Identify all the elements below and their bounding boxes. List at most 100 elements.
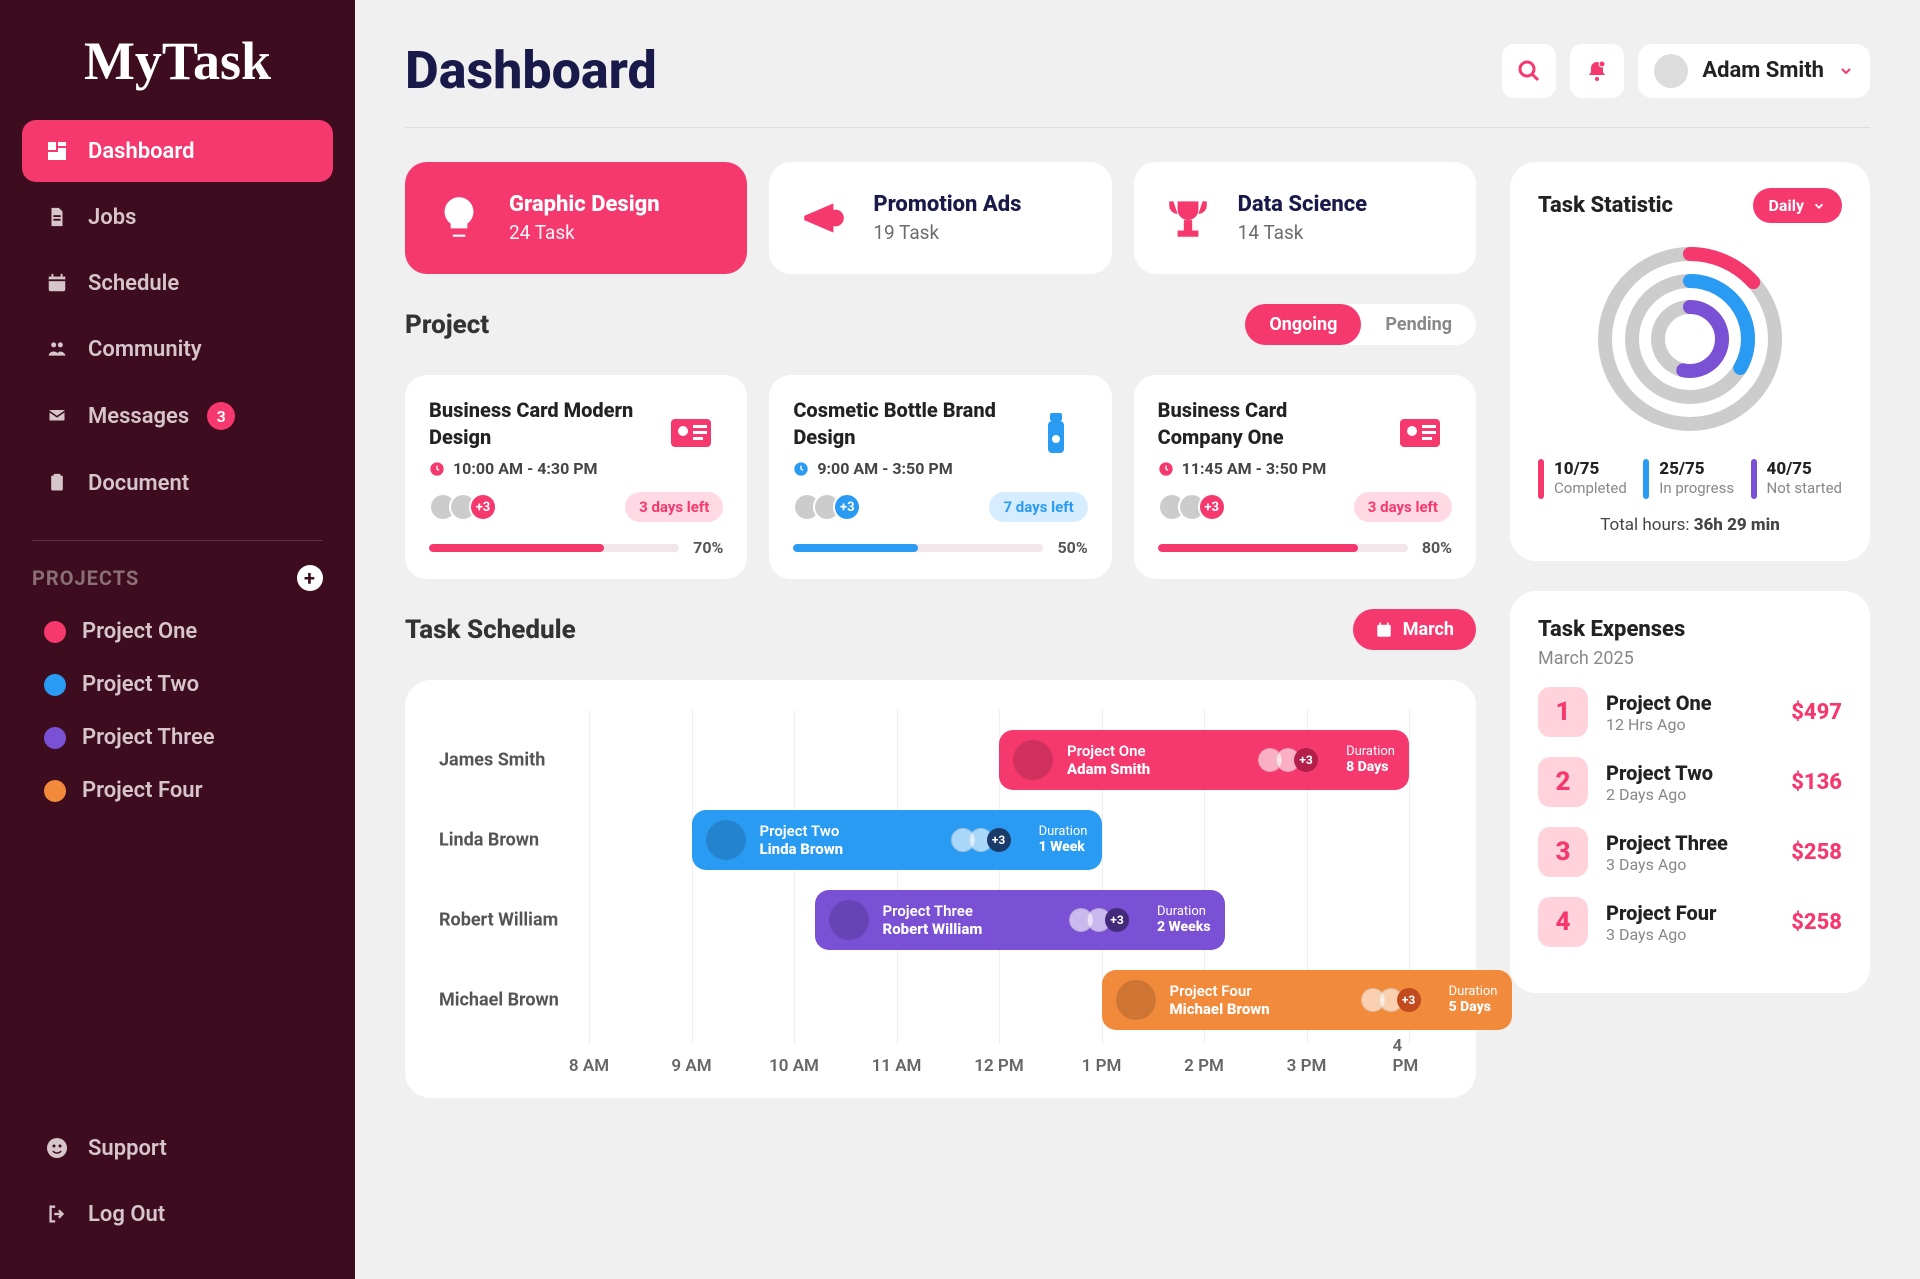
days-left-chip: 7 days left	[989, 492, 1087, 522]
duration-value: 8 Days	[1346, 759, 1395, 776]
stat-card-icon	[793, 188, 853, 248]
schedule-bar-avatar	[1013, 740, 1053, 780]
stat-card[interactable]: Promotion Ads19 Task	[769, 162, 1111, 274]
project-color-dot	[44, 727, 66, 749]
project-card-avatars: +3	[429, 493, 497, 521]
expense-item[interactable]: 2 Project Two2 Days Ago $136	[1538, 757, 1842, 807]
sidebar-item-label: Schedule	[88, 271, 179, 296]
total-hours: Total hours: 36h 29 min	[1538, 515, 1842, 535]
schedule-row-label: James Smith	[439, 750, 545, 771]
task-statistic-panel: Task Statistic Daily 10/75Completed25/75…	[1510, 162, 1870, 561]
schedule-bar-project: Project Four	[1170, 982, 1270, 1000]
sidebar-project-item[interactable]: Project Four	[22, 764, 333, 817]
task-expenses-title: Task Expenses	[1538, 617, 1842, 642]
expense-item[interactable]: 3 Project Three3 Days Ago $258	[1538, 827, 1842, 877]
schedule-bar[interactable]: Project FourMichael Brown +3 Duration5 D…	[1102, 970, 1512, 1030]
sidebar-item-messages[interactable]: Messages 3	[22, 384, 333, 448]
schedule-bar-name: Linda Brown	[760, 840, 844, 858]
main-content: Dashboard Adam Smith Graphic Design24 Ta…	[355, 0, 1920, 1279]
duration-value: 2 Weeks	[1157, 919, 1211, 936]
schedule-bar-project: Project Three	[883, 902, 983, 920]
frequency-selector[interactable]: Daily	[1753, 188, 1842, 223]
project-card-avatars: +3	[1158, 493, 1226, 521]
sidebar-project-item[interactable]: Project One	[22, 605, 333, 658]
stat-card-icon	[1158, 188, 1218, 248]
month-selector[interactable]: March	[1353, 609, 1476, 650]
calendar-icon	[1375, 621, 1393, 639]
schedule-bar-avatar	[829, 900, 869, 940]
add-project-button[interactable]: +	[297, 565, 323, 591]
sidebar-item-document[interactable]: Document	[22, 452, 333, 514]
sidebar-item-community[interactable]: Community	[22, 318, 333, 380]
calendar-icon	[44, 270, 70, 296]
sidebar-item-jobs[interactable]: Jobs	[22, 186, 333, 248]
sidebar-project-item[interactable]: Project Two	[22, 658, 333, 711]
project-card-icon	[1024, 401, 1088, 465]
project-color-dot	[44, 780, 66, 802]
avatars-more: +3	[469, 493, 497, 521]
file-icon	[44, 204, 70, 230]
project-card[interactable]: Business Card Company One 11:45 AM - 3:5…	[1134, 375, 1476, 579]
dashboard-icon	[44, 138, 70, 164]
legend-item: 25/75In progress	[1643, 459, 1734, 499]
avatars-more: +3	[833, 493, 861, 521]
task-expenses-panel: Task Expenses March 2025 1 Project One12…	[1510, 591, 1870, 993]
schedule-bar-name: Adam Smith	[1067, 760, 1150, 778]
user-menu[interactable]: Adam Smith	[1638, 44, 1870, 98]
schedule-bar-avatars: +3	[957, 828, 1011, 852]
sidebar-item-label: Document	[88, 471, 189, 496]
schedule-row-label: Michael Brown	[439, 990, 559, 1011]
schedule-section-title: Task Schedule	[405, 615, 576, 645]
sidebar-item-dashboard[interactable]: Dashboard	[22, 120, 333, 182]
project-section-title: Project	[405, 310, 489, 340]
schedule-bar[interactable]: Project TwoLinda Brown +3 Duration1 Week	[692, 810, 1102, 870]
sidebar-item-label: Community	[88, 337, 202, 362]
legend-item: 40/75Not started	[1751, 459, 1842, 499]
sidebar-project-item[interactable]: Project Three	[22, 711, 333, 764]
schedule-bar-avatars: +3	[1075, 908, 1129, 932]
project-progress-pct: 70%	[693, 538, 723, 557]
sidebar-item-label: Log Out	[88, 1202, 165, 1227]
time-axis-label: 2 PM	[1184, 1056, 1224, 1076]
expense-time: 3 Days Ago	[1606, 855, 1773, 874]
duration-label: Duration	[1039, 824, 1088, 840]
sidebar-item-support[interactable]: Support	[22, 1117, 333, 1179]
search-button[interactable]	[1502, 44, 1556, 98]
page-title: Dashboard	[405, 40, 657, 101]
project-progress-pct: 80%	[1422, 538, 1452, 557]
time-axis-label: 12 PM	[974, 1056, 1023, 1076]
schedule-bar-avatar	[706, 820, 746, 860]
topbar: Dashboard Adam Smith	[405, 40, 1870, 128]
expense-amount: $136	[1791, 770, 1842, 795]
project-progress-bar	[793, 544, 1043, 552]
schedule-bar[interactable]: Project OneAdam Smith +3 Duration8 Days	[999, 730, 1409, 790]
notifications-button[interactable]	[1570, 44, 1624, 98]
expense-item[interactable]: 1 Project One12 Hrs Ago $497	[1538, 687, 1842, 737]
project-card[interactable]: Business Card Modern Design 10:00 AM - 4…	[405, 375, 747, 579]
time-axis-label: 9 AM	[671, 1056, 711, 1076]
tab-ongoing[interactable]: Ongoing	[1245, 304, 1361, 345]
sidebar-item-schedule[interactable]: Schedule	[22, 252, 333, 314]
expense-amount: $258	[1791, 840, 1842, 865]
time-axis-label: 11 AM	[872, 1056, 922, 1076]
tab-pending[interactable]: Pending	[1361, 304, 1476, 345]
project-card-avatars: +3	[793, 493, 861, 521]
task-statistic-chart	[1538, 239, 1842, 439]
schedule-bar[interactable]: Project ThreeRobert William +3 Duration2…	[815, 890, 1225, 950]
expense-time: 12 Hrs Ago	[1606, 715, 1773, 734]
stat-card[interactable]: Data Science14 Task	[1134, 162, 1476, 274]
avatars-more: +3	[1198, 493, 1226, 521]
time-axis-label: 8 AM	[569, 1056, 609, 1076]
project-progress-bar	[429, 544, 679, 552]
expense-item[interactable]: 4 Project Four3 Days Ago $258	[1538, 897, 1842, 947]
project-card[interactable]: Cosmetic Bottle Brand Design 9:00 AM - 3…	[769, 375, 1111, 579]
expense-rank: 2	[1538, 757, 1588, 807]
sidebar-item-logout[interactable]: Log Out	[22, 1183, 333, 1245]
schedule-bar-name: Michael Brown	[1170, 1000, 1270, 1018]
project-color-dot	[44, 674, 66, 696]
task-expenses-month: March 2025	[1538, 648, 1842, 669]
days-left-chip: 3 days left	[625, 492, 723, 522]
project-tabs: Ongoing Pending	[1245, 304, 1476, 345]
schedule-bar-project: Project Two	[760, 822, 844, 840]
stat-card[interactable]: Graphic Design24 Task	[405, 162, 747, 274]
